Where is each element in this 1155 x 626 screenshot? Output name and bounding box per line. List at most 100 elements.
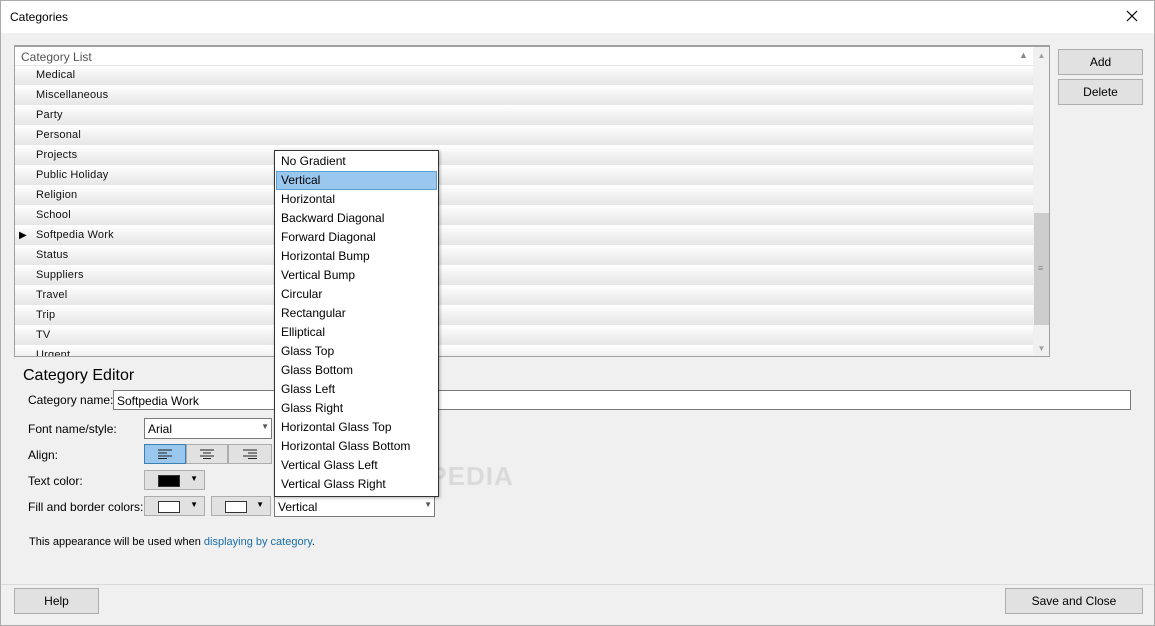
help-button[interactable]: Help bbox=[14, 588, 99, 614]
delete-button-label: Delete bbox=[1083, 85, 1118, 99]
gradient-option[interactable]: Circular bbox=[276, 285, 437, 304]
table-row[interactable]: ▶ Softpedia Work bbox=[15, 226, 1033, 246]
category-list-grid[interactable]: Category List ▲ Medical Miscellaneous Part… bbox=[14, 45, 1050, 357]
fill-color-swatch bbox=[158, 501, 180, 513]
table-row[interactable]: School bbox=[15, 206, 1033, 226]
font-value: Arial bbox=[148, 422, 173, 436]
row-label: Miscellaneous bbox=[36, 89, 109, 101]
align-right-button[interactable] bbox=[228, 444, 272, 464]
table-row[interactable]: Travel bbox=[15, 286, 1033, 306]
table-row[interactable]: TV bbox=[15, 326, 1033, 346]
help-button-label: Help bbox=[44, 594, 69, 608]
row-label: Projects bbox=[36, 149, 78, 161]
gradient-option[interactable]: Rectangular bbox=[276, 304, 437, 323]
row-label: Suppliers bbox=[36, 269, 84, 281]
align-left-button[interactable] bbox=[144, 444, 186, 464]
row-label: Religion bbox=[36, 189, 78, 201]
category-name-label: Category name: bbox=[28, 393, 114, 407]
gradient-option[interactable]: Vertical Glass Left bbox=[276, 456, 437, 475]
gradient-option[interactable]: Vertical Bump bbox=[276, 266, 437, 285]
displaying-by-category-link[interactable]: displaying by category bbox=[204, 536, 312, 548]
scroll-down-arrow-icon[interactable]: ▼ bbox=[1033, 340, 1049, 356]
info-text-suffix: . bbox=[311, 536, 315, 548]
align-label: Align: bbox=[28, 448, 59, 462]
row-label: Softpedia Work bbox=[36, 229, 114, 241]
align-center-icon bbox=[200, 449, 214, 459]
gradient-option[interactable]: No Gradient bbox=[276, 152, 437, 171]
save-and-close-label: Save and Close bbox=[1031, 594, 1117, 608]
footer-divider bbox=[1, 584, 1154, 585]
table-row[interactable]: Projects bbox=[15, 146, 1033, 166]
row-label: Personal bbox=[36, 129, 82, 141]
table-row[interactable]: Public Holiday bbox=[15, 166, 1033, 186]
table-row[interactable]: Religion bbox=[15, 186, 1033, 206]
gradient-option[interactable]: Horizontal Bump bbox=[276, 247, 437, 266]
info-text: This appearance will be used when displa… bbox=[29, 536, 315, 548]
gradient-option[interactable]: Horizontal bbox=[276, 190, 437, 209]
table-row[interactable]: Miscellaneous bbox=[15, 86, 1033, 106]
table-row[interactable]: Status bbox=[15, 246, 1033, 266]
gradient-option[interactable]: Backward Diagonal bbox=[276, 209, 437, 228]
title-bar: Categories bbox=[1, 1, 1154, 33]
sort-ascending-icon: ▲ bbox=[1019, 50, 1028, 60]
save-and-close-button[interactable]: Save and Close bbox=[1005, 588, 1143, 614]
gradient-option[interactable]: Forward Diagonal bbox=[276, 228, 437, 247]
fill-border-label: Fill and border colors: bbox=[28, 500, 144, 514]
row-label: TV bbox=[36, 329, 51, 341]
grid-column-header[interactable]: Category List ▲ bbox=[15, 47, 1033, 66]
align-right-icon bbox=[243, 449, 257, 459]
border-color-swatch bbox=[225, 501, 247, 513]
row-label: Travel bbox=[36, 289, 68, 301]
align-center-button[interactable] bbox=[186, 444, 228, 464]
add-button-label: Add bbox=[1089, 55, 1112, 69]
fill-color-picker[interactable]: ▼ bbox=[144, 496, 205, 516]
delete-button[interactable]: Delete bbox=[1058, 79, 1143, 105]
column-header-label: Category List bbox=[21, 50, 92, 64]
text-color-picker[interactable]: ▼ bbox=[144, 470, 205, 490]
row-label: School bbox=[36, 209, 71, 221]
text-color-label: Text color: bbox=[28, 474, 83, 488]
window-title: Categories bbox=[10, 10, 69, 24]
gradient-option[interactable]: Horizontal Glass Bottom bbox=[276, 437, 437, 456]
border-color-picker[interactable]: ▼ bbox=[211, 496, 271, 516]
table-row[interactable]: Suppliers bbox=[15, 266, 1033, 286]
table-row[interactable]: Urgent bbox=[15, 346, 1033, 357]
scroll-up-arrow-icon[interactable]: ▲ bbox=[1033, 47, 1049, 64]
scrollbar-thumb[interactable]: ≡ bbox=[1034, 213, 1049, 325]
table-row[interactable]: Trip bbox=[15, 306, 1033, 326]
gradient-option[interactable]: Glass Top bbox=[276, 342, 437, 361]
row-label: Public Holiday bbox=[36, 169, 109, 181]
gradient-option[interactable]: Vertical bbox=[276, 171, 437, 190]
category-editor-title: Category Editor bbox=[23, 367, 135, 384]
add-button[interactable]: Add bbox=[1058, 49, 1143, 75]
gradient-combo[interactable]: Vertical ▼ bbox=[274, 496, 435, 517]
row-label: Medical bbox=[36, 69, 76, 81]
row-label: Urgent bbox=[36, 349, 71, 357]
font-combo[interactable]: Arial ▼ bbox=[144, 418, 272, 439]
table-row[interactable]: Personal bbox=[15, 126, 1033, 146]
chevron-down-icon: ▼ bbox=[256, 500, 264, 509]
category-name-input[interactable]: Softpedia Work bbox=[113, 390, 1131, 410]
gradient-dropdown-list[interactable]: No Gradient Vertical Horizontal Backward Di… bbox=[274, 150, 439, 497]
chevron-down-icon: ▼ bbox=[261, 422, 269, 431]
row-label: Trip bbox=[36, 309, 56, 321]
info-text-prefix: This appearance will be used when bbox=[29, 536, 204, 548]
chevron-down-icon: ▼ bbox=[424, 500, 432, 509]
gradient-option[interactable]: Vertical Glass Right bbox=[276, 475, 437, 494]
close-icon bbox=[1126, 10, 1138, 22]
font-label: Font name/style: bbox=[28, 422, 117, 436]
gradient-option[interactable]: Glass Left bbox=[276, 380, 437, 399]
chevron-down-icon: ▼ bbox=[190, 474, 198, 483]
align-left-icon bbox=[158, 449, 172, 459]
current-row-pointer-icon: ▶ bbox=[19, 230, 27, 241]
row-label: Status bbox=[36, 249, 69, 261]
gradient-option[interactable]: Glass Right bbox=[276, 399, 437, 418]
close-button[interactable] bbox=[1110, 1, 1154, 31]
gradient-option[interactable]: Glass Bottom bbox=[276, 361, 437, 380]
table-row[interactable]: Medical bbox=[15, 66, 1033, 86]
table-row[interactable]: Party bbox=[15, 106, 1033, 126]
gradient-option[interactable]: Horizontal Glass Top bbox=[276, 418, 437, 437]
chevron-down-icon: ▼ bbox=[190, 500, 198, 509]
vertical-scrollbar[interactable]: ▲ ≡ ▼ bbox=[1033, 47, 1049, 356]
gradient-option[interactable]: Elliptical bbox=[276, 323, 437, 342]
